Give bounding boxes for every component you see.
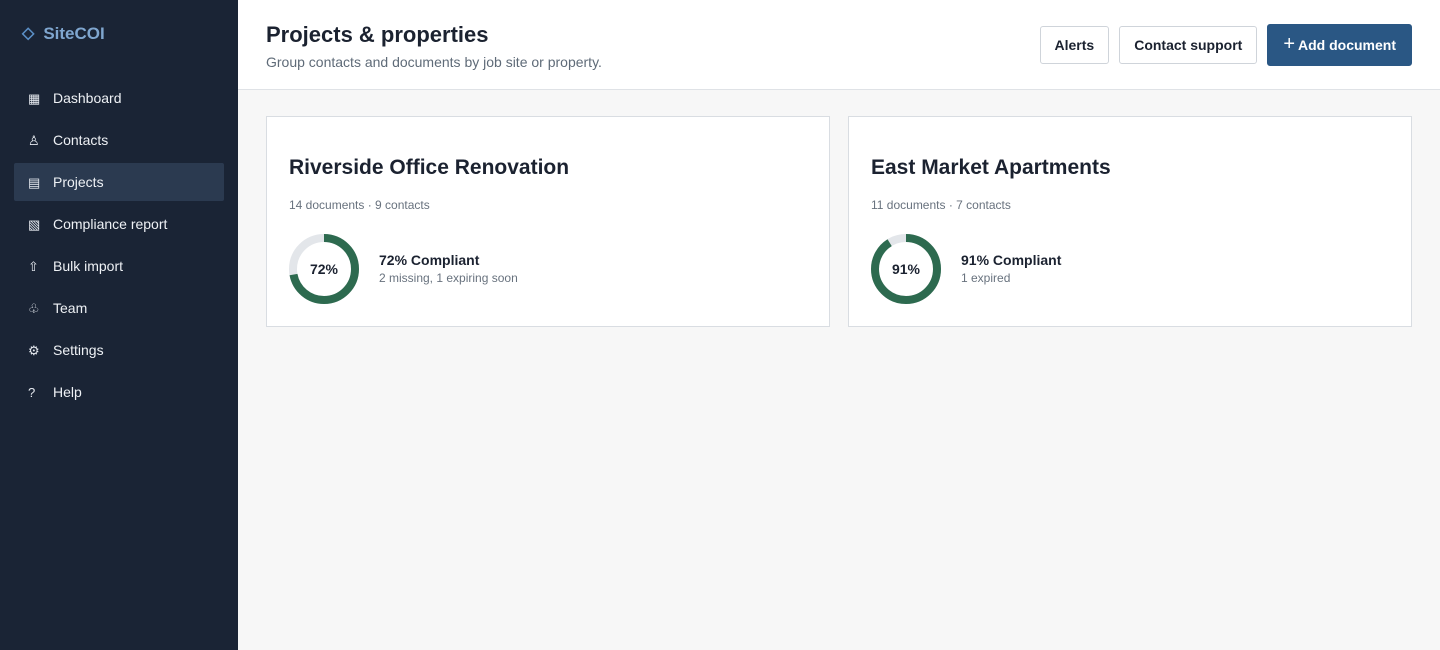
report-icon: ▧: [28, 216, 41, 232]
page-title: Projects & properties: [266, 22, 489, 47]
person-icon: ♙: [28, 132, 40, 148]
sidebar-item-dashboard[interactable]: ▦ Dashboard: [14, 79, 224, 117]
sidebar-item-compliance-report[interactable]: ▧ Compliance report: [14, 205, 224, 243]
compliance-percent: 91%: [891, 261, 921, 277]
project-card[interactable]: East Market Apartments 11 documents · 7 …: [848, 116, 1412, 327]
brand-logo[interactable]: ◇ SiteCOI: [22, 24, 105, 44]
add-document-button[interactable]: + Add document: [1267, 24, 1412, 66]
project-meta: 11 documents · 7 contacts: [871, 198, 1011, 212]
gear-icon: ⚙: [28, 342, 40, 358]
sidebar-item-bulk-import[interactable]: ⇧ Bulk import: [14, 247, 224, 285]
projects-icon: ▤: [28, 174, 41, 190]
project-meta: 14 documents · 9 contacts: [289, 198, 430, 212]
page-subtitle: Group contacts and documents by job site…: [266, 54, 602, 70]
diamond-icon: ◇: [22, 25, 35, 42]
sidebar-item-label: Bulk import: [53, 258, 124, 274]
project-card[interactable]: Riverside Office Renovation 14 documents…: [266, 116, 830, 327]
help-icon: ?: [28, 384, 36, 400]
sidebar-item-projects[interactable]: ▤ Projects: [14, 163, 224, 201]
compliance-detail: 2 missing, 1 expiring soon: [379, 271, 518, 285]
project-name: East Market Apartments: [871, 156, 1111, 179]
alerts-button[interactable]: Alerts: [1039, 26, 1110, 64]
sidebar-item-team[interactable]: ♧ Team: [14, 289, 224, 327]
header-actions: Alerts Contact support + Add document: [1039, 24, 1412, 66]
sidebar-item-label: Dashboard: [53, 90, 122, 106]
sidebar-item-label: Contacts: [53, 132, 109, 148]
app-name: SiteCOI: [43, 24, 105, 43]
team-icon: ♧: [28, 300, 40, 316]
sidebar-item-label: Help: [53, 384, 82, 400]
sidebar-item-help[interactable]: ? Help: [14, 373, 224, 411]
compliance-status: 72% Compliant: [379, 252, 480, 268]
compliance-detail: 1 expired: [961, 271, 1011, 285]
page-header: Projects & properties Group contacts and…: [238, 0, 1440, 90]
compliance-percent: 72%: [309, 261, 339, 277]
dashboard-icon: ▦: [28, 90, 41, 106]
compliance-status: 91% Compliant: [961, 252, 1062, 268]
sidebar-item-label: Projects: [53, 174, 104, 190]
project-name: Riverside Office Renovation: [289, 156, 570, 179]
sidebar-item-label: Settings: [53, 342, 104, 358]
sidebar-item-label: Compliance report: [53, 216, 168, 232]
sidebar: ◇ SiteCOI ▦ Dashboard ♙ Contacts ▤ Proje…: [0, 0, 238, 650]
project-cards: Riverside Office Renovation 14 documents…: [266, 116, 1412, 327]
sidebar-item-label: Team: [53, 300, 88, 316]
upload-icon: ⇧: [28, 258, 39, 274]
sidebar-nav: ▦ Dashboard ♙ Contacts ▤ Projects ▧ Comp…: [14, 79, 224, 415]
sidebar-item-settings[interactable]: ⚙ Settings: [14, 331, 224, 369]
contact-support-button[interactable]: Contact support: [1119, 26, 1258, 64]
sidebar-item-contacts[interactable]: ♙ Contacts: [14, 121, 224, 159]
add-document-label: Add document: [1298, 37, 1396, 53]
plus-icon: +: [1283, 33, 1295, 55]
